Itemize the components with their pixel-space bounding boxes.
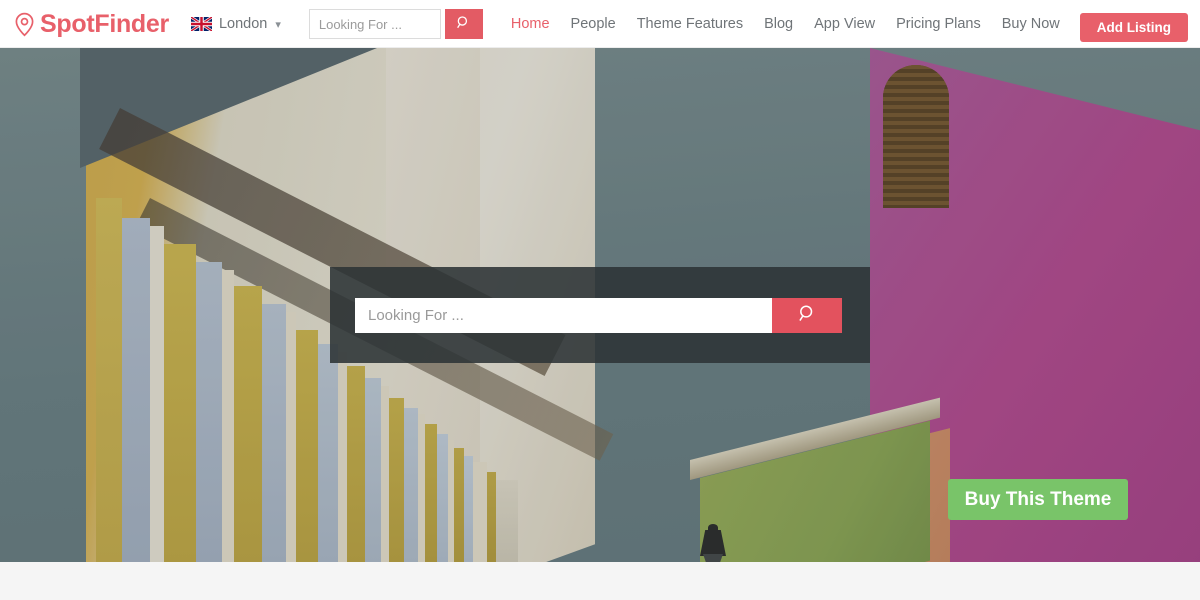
- add-listing-button[interactable]: Add Listing: [1079, 13, 1188, 42]
- uk-flag-icon: [190, 15, 213, 33]
- nav-item-people[interactable]: People: [571, 16, 616, 32]
- hero-search-button[interactable]: [772, 297, 842, 333]
- site-logo-text: SpotFinder: [40, 9, 169, 38]
- hero-search-panel: [330, 267, 870, 363]
- site-header: SpotFinder London ▾ Home: [0, 0, 1200, 48]
- header-search: [308, 9, 483, 39]
- nav-item-home[interactable]: Home: [511, 16, 550, 32]
- page-content-area: [0, 562, 1200, 600]
- nav-item-pricing-plans[interactable]: Pricing Plans: [896, 16, 981, 32]
- hero-banner: Buy This Theme: [0, 48, 1200, 562]
- header-search-button[interactable]: [444, 9, 483, 39]
- nav-item-blog[interactable]: Blog: [764, 16, 793, 32]
- nav-item-app-view[interactable]: App View: [814, 16, 875, 32]
- nav-item-buy-now[interactable]: Buy Now: [1002, 16, 1060, 32]
- search-icon: [798, 304, 817, 326]
- chevron-down-icon: ▾: [275, 18, 281, 31]
- city-selector[interactable]: London ▾: [190, 15, 281, 33]
- search-icon: [456, 15, 471, 33]
- header-search-input[interactable]: [308, 9, 441, 39]
- location-pin-icon: [14, 12, 35, 37]
- hero-search-form: [355, 297, 842, 333]
- site-logo[interactable]: SpotFinder: [14, 10, 169, 39]
- nav-item-theme-features[interactable]: Theme Features: [637, 16, 743, 32]
- city-selector-label: London: [218, 16, 268, 32]
- buy-this-theme-button[interactable]: Buy This Theme: [948, 479, 1128, 520]
- header-divider: [0, 47, 1200, 48]
- hero-search-input[interactable]: [355, 297, 772, 333]
- main-navigation: Home People Theme Features Blog App View…: [511, 16, 1116, 32]
